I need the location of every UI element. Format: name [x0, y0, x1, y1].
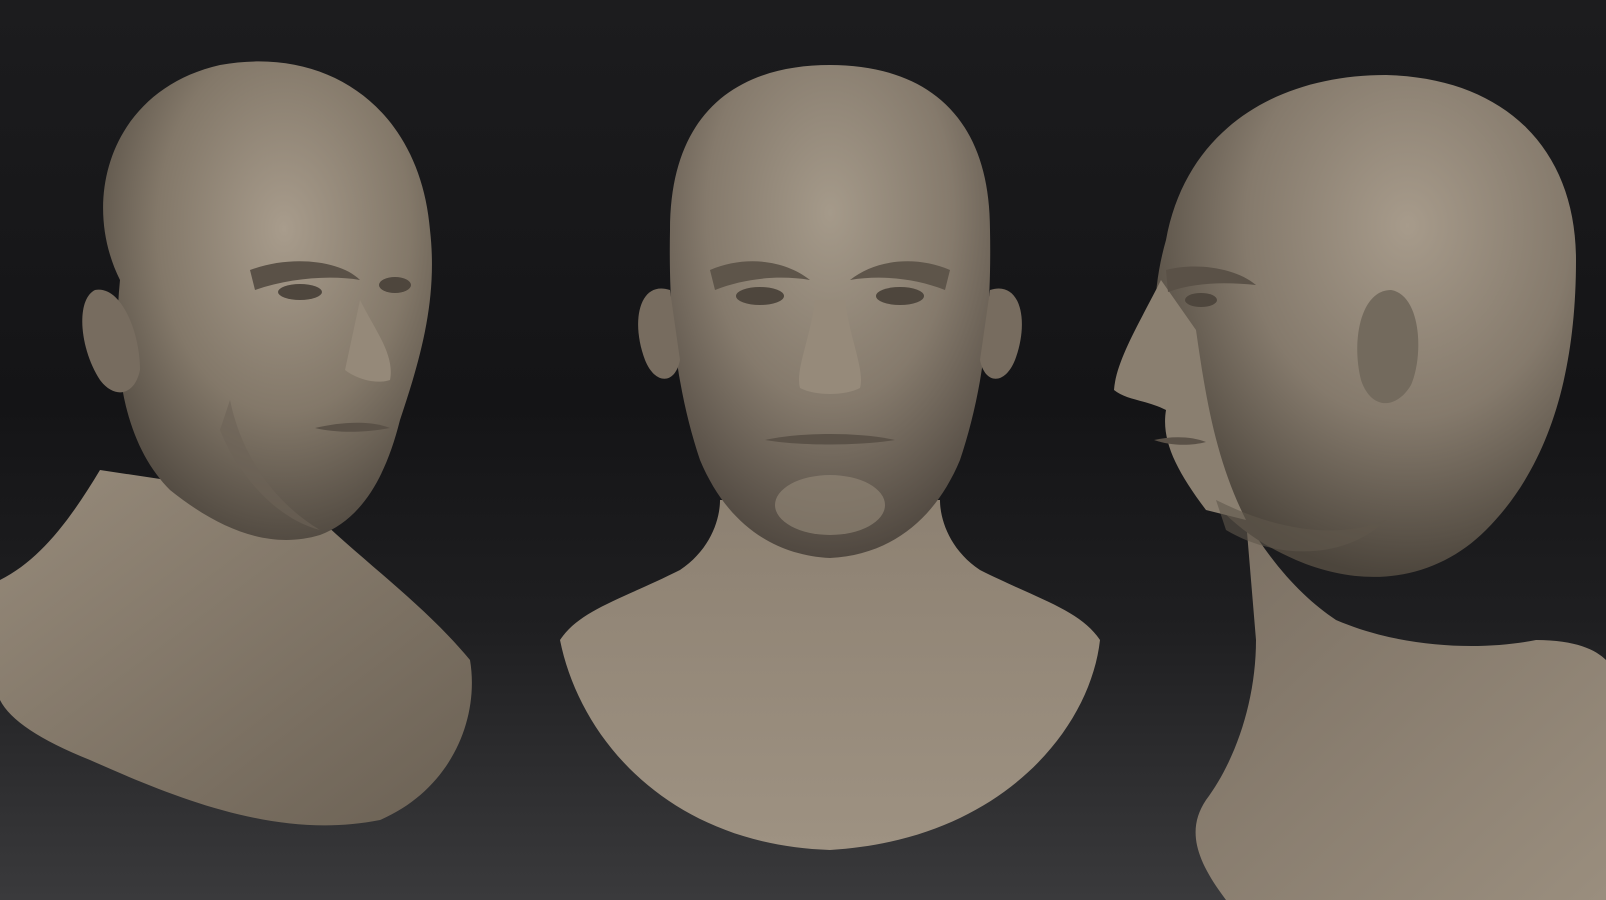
bust-three-quarter-view — [0, 0, 500, 900]
bust-profile-svg — [1114, 75, 1606, 900]
render-viewport — [0, 0, 1606, 900]
bust-torso — [1195, 520, 1606, 900]
bust-profile-view — [1106, 0, 1606, 900]
bust-front-svg — [560, 65, 1100, 850]
bust-front-view — [560, 0, 1100, 900]
bust-head — [103, 61, 432, 540]
bust-ear — [1357, 290, 1419, 404]
bust-three-quarter-svg — [0, 61, 472, 826]
